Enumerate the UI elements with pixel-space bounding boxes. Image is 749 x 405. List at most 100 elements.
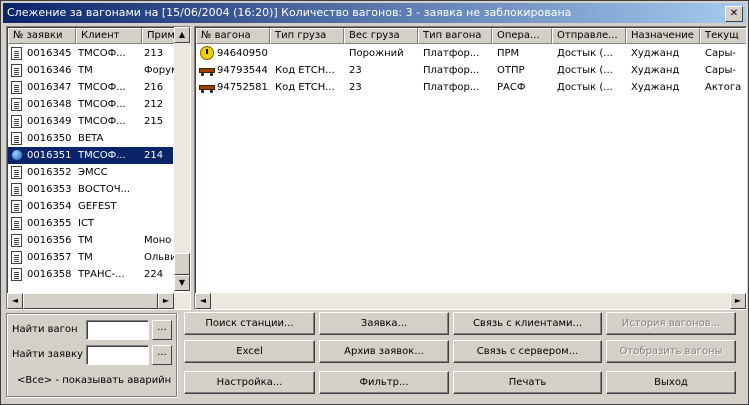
order-client-cell: ТМСОФ... — [78, 150, 126, 161]
document-icon — [11, 64, 22, 77]
order-row[interactable]: 0016355 ICT — [8, 215, 173, 232]
wagon-row[interactable]: 94640950 Порожний Платфор... ПРМ Достык (...… — [196, 45, 744, 62]
document-icon — [11, 200, 22, 213]
wagons-column-header[interactable]: Вес груза — [344, 28, 418, 44]
wagon-cell: 94793544 — [217, 65, 268, 76]
document-icon — [11, 234, 22, 247]
order-archive-button[interactable]: Архив заявок... — [319, 340, 449, 363]
wagon-cell: 23 — [349, 65, 362, 76]
order-row[interactable]: 0016349 ТМСОФ... 215 — [8, 113, 173, 130]
order-client-cell: ТМ — [78, 65, 93, 76]
orders-column-header[interactable]: Клиент — [76, 28, 142, 44]
order-row[interactable]: 0016345 ТМСОФ... 213 — [8, 45, 173, 62]
wagon-icon — [199, 68, 215, 76]
scroll-up-button[interactable]: ▲ — [174, 27, 190, 43]
document-icon — [11, 98, 22, 111]
document-icon — [11, 217, 22, 230]
wagons-column-header[interactable]: Отправле... — [552, 28, 626, 44]
document-icon — [11, 115, 22, 128]
order-row[interactable]: 0016351 ТМСОФ... 214 — [8, 147, 173, 164]
wagon-cell: ПРМ — [497, 48, 520, 59]
document-icon — [11, 183, 22, 196]
order-row[interactable]: 0016358 ТРАНС-... 224 — [8, 266, 173, 283]
scroll-left-button[interactable]: ◄ — [7, 293, 23, 309]
wagon-cell: Достык (... — [557, 65, 613, 76]
station-search-button[interactable]: Поиск станции... — [184, 312, 315, 335]
wagon-row[interactable]: 94752581 Код ЕТСН... 23 Платфор... РАСФ Досты… — [196, 79, 744, 96]
filter-button[interactable]: Фильтр... — [319, 371, 449, 394]
wagon-cell: Код ЕТСН... — [275, 82, 335, 93]
orders-list[interactable]: № заявки Клиент Приме 0016345 ТМСОФ... 213 00… — [6, 26, 191, 310]
scroll-left-button[interactable]: ◄ — [195, 293, 211, 309]
order-client-cell: ICT — [78, 218, 95, 229]
find-wagon-input[interactable] — [86, 320, 149, 340]
order-row[interactable]: 0016350 BETA — [8, 130, 173, 147]
order-row[interactable]: 0016357 ТМ Ольви — [8, 249, 174, 266]
order-row[interactable]: 0016347 ТМСОФ... 216 — [8, 79, 173, 96]
wagon-cell: Достык (... — [557, 48, 613, 59]
globe-icon — [11, 149, 23, 161]
find-order-browse-button[interactable]: ... — [152, 345, 172, 365]
scroll-right-button[interactable]: ► — [158, 293, 174, 309]
wagons-column-header[interactable]: Назначение — [626, 28, 700, 44]
settings-button[interactable]: Настройка... — [184, 371, 315, 394]
find-order-label: Найти заявку — [12, 349, 83, 360]
order-row[interactable]: 0016353 ВОСТОЧ... — [8, 181, 173, 198]
print-button[interactable]: Печать — [453, 371, 602, 394]
wagon-row[interactable]: 94793544 Код ЕТСН... 23 Платфор... ОТПР Досты… — [196, 62, 744, 79]
order-num-cell: 0016358 — [27, 269, 72, 280]
server-link-button[interactable]: Связь с сервером... — [453, 340, 602, 363]
order-client-cell: ТРАНС-... — [78, 269, 125, 280]
order-num-cell: 0016352 — [27, 167, 72, 178]
order-button[interactable]: Заявка... — [319, 312, 449, 335]
order-row[interactable]: 0016352 ЭМСС — [8, 164, 173, 181]
order-num-cell: 0016353 — [27, 184, 72, 195]
order-note-cell: 214 — [144, 150, 164, 161]
orders-column-header[interactable]: № заявки — [8, 28, 76, 44]
excel-button[interactable]: Excel — [184, 340, 315, 363]
wagon-cell: Сары- — [705, 48, 736, 59]
wagon-cell: 23 — [349, 82, 362, 93]
order-num-cell: 0016357 — [27, 252, 72, 263]
order-note-cell: 213 — [144, 48, 164, 59]
document-icon — [11, 81, 22, 94]
find-wagon-browse-button[interactable]: ... — [152, 320, 172, 340]
wagon-cell: РАСФ — [497, 82, 526, 93]
order-note-cell: 224 — [144, 269, 164, 280]
show-wagons-button[interactable]: Отобразить вагоны — [606, 340, 736, 363]
find-wagon-label: Найти вагон — [12, 324, 78, 335]
scroll-right-button[interactable]: ► — [730, 293, 746, 309]
wagon-cell: ОТПР — [497, 65, 525, 76]
title-bar[interactable]: Слежение за вагонами на [15/06/2004 (16:… — [3, 3, 746, 23]
wagon-history-button[interactable]: История вагонов... — [606, 312, 736, 335]
wagons-column-header[interactable]: № вагона — [196, 28, 270, 44]
scroll-thumb[interactable] — [174, 253, 190, 275]
wagons-column-header[interactable]: Тип груза — [270, 28, 344, 44]
find-order-input[interactable] — [86, 345, 149, 365]
order-client-cell: ТМ — [78, 252, 93, 263]
order-num-cell: 0016356 — [27, 235, 72, 246]
client-link-button[interactable]: Связь с клиентами... — [453, 312, 602, 335]
exit-button[interactable]: Выход — [606, 371, 736, 394]
order-num-cell: 0016355 — [27, 218, 72, 229]
scroll-down-button[interactable]: ▼ — [174, 275, 190, 291]
close-button[interactable]: ✕ — [725, 6, 743, 22]
scroll-thumb[interactable] — [23, 293, 158, 309]
window-title: Слежение за вагонами на [15/06/2004 (16:… — [7, 6, 572, 19]
order-num-cell: 0016351 — [27, 150, 72, 161]
orders-vertical-scrollbar[interactable]: ▲ ▼ — [174, 27, 190, 291]
order-row[interactable]: 0016354 GEFEST — [8, 198, 173, 215]
order-num-cell: 0016348 — [27, 99, 72, 110]
order-row[interactable]: 0016356 ТМ Моно — [8, 232, 173, 249]
wagons-list[interactable]: № вагона Тип груза Вес груза Тип вагона Опер… — [194, 26, 747, 310]
wagons-column-header[interactable]: Текущ — [700, 28, 746, 44]
wagon-icon — [199, 85, 215, 93]
wagons-horizontal-scrollbar[interactable]: ◄ ► — [195, 293, 746, 309]
order-num-cell: 0016346 — [27, 65, 72, 76]
wagons-column-header[interactable]: Тип вагона — [418, 28, 492, 44]
order-row[interactable]: 0016348 ТМСОФ... 212 — [8, 96, 173, 113]
order-client-cell: ТМСОФ... — [78, 82, 126, 93]
wagons-column-header[interactable]: Опера... — [492, 28, 552, 44]
orders-horizontal-scrollbar[interactable]: ◄ ► — [7, 293, 190, 309]
order-row[interactable]: 0016346 ТМ Форум — [8, 62, 174, 79]
